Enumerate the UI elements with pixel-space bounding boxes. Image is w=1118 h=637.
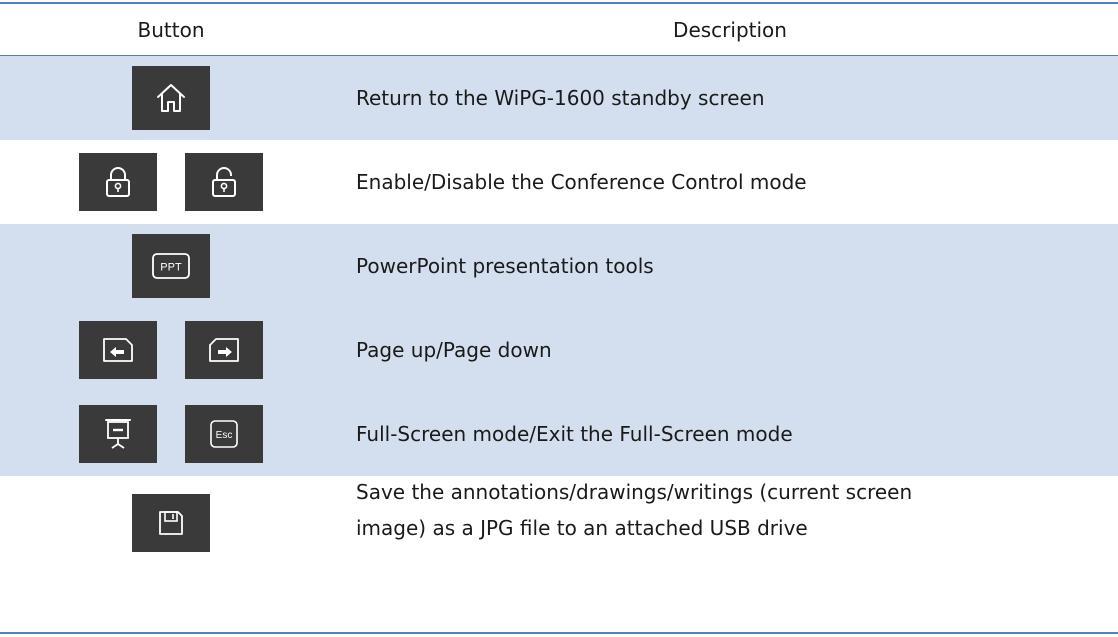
row-description: Return to the WiPG-1600 standby screen xyxy=(356,86,765,110)
row-buttons xyxy=(0,140,342,224)
fullscreen-button xyxy=(79,405,157,463)
unlock-button xyxy=(185,153,263,211)
row-buttons xyxy=(0,308,342,392)
lock-button xyxy=(79,153,157,211)
save-description-line-2: image) as a JPG file to an attached USB … xyxy=(356,516,808,540)
row-description: Full-Screen mode/Exit the Full-Screen mo… xyxy=(356,422,793,446)
row-buttons xyxy=(0,56,342,140)
row-buttons xyxy=(0,476,342,632)
save-description: Save the annotations/drawings/writings (… xyxy=(356,474,912,546)
table-row-home: Return to the WiPG-1600 standby screen xyxy=(0,56,1118,140)
ppt-icon-label: PPT xyxy=(160,262,182,274)
fullscreen-icon xyxy=(105,419,131,449)
table-row-page: Page up/Page down xyxy=(0,308,1118,392)
row-buttons: PPT xyxy=(0,224,342,308)
save-description-line-1: Save the annotations/drawings/writings (… xyxy=(356,480,913,504)
ppt-button: PPT xyxy=(132,234,210,298)
ppt-icon: PPT xyxy=(152,253,190,279)
esc-icon-label: Esc xyxy=(216,430,233,441)
page-down-button xyxy=(185,321,263,379)
esc-icon: Esc xyxy=(210,420,238,448)
button-description-table: Button Description Return to the WiPG-16… xyxy=(0,0,1118,637)
row-description: Save the annotations/drawings/writings (… xyxy=(356,476,1098,632)
header-button: Button xyxy=(137,17,205,42)
page-up-icon xyxy=(103,338,133,362)
row-description: Enable/Disable the Conference Control mo… xyxy=(356,170,807,194)
table-bottom-rule xyxy=(0,632,1118,634)
unlock-icon xyxy=(212,167,236,197)
page-up-button xyxy=(79,321,157,379)
row-description: PowerPoint presentation tools xyxy=(356,254,654,278)
table-header-row: Button Description xyxy=(0,4,1118,55)
table-row-save: Save the annotations/drawings/writings (… xyxy=(0,476,1118,632)
home-button xyxy=(132,66,210,130)
lock-icon xyxy=(106,167,130,197)
table-row-lock: Enable/Disable the Conference Control mo… xyxy=(0,140,1118,224)
row-description: Page up/Page down xyxy=(356,338,552,362)
save-icon xyxy=(159,511,183,535)
header-description: Description xyxy=(673,17,787,42)
home-icon xyxy=(157,84,185,112)
row-buttons: Esc xyxy=(0,392,342,476)
esc-button: Esc xyxy=(185,405,263,463)
table-row-fullscreen: Esc Full-Screen mode/Exit the Full-Scree… xyxy=(0,392,1118,476)
page-down-icon xyxy=(209,338,239,362)
table-row-ppt: PPT PowerPoint presentation tools xyxy=(0,224,1118,308)
save-button xyxy=(132,494,210,552)
